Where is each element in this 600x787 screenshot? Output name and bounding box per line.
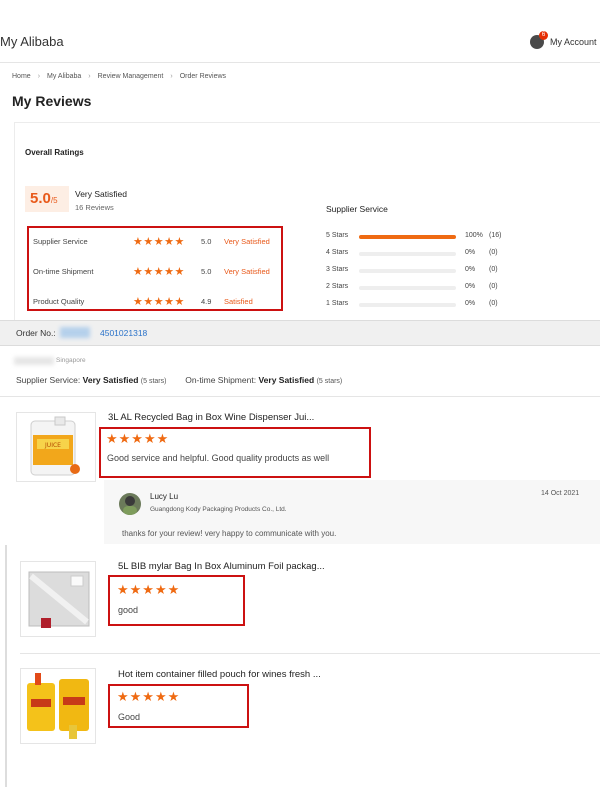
chevron-right-icon: › bbox=[170, 73, 173, 80]
order-supplier-service-label: Supplier Service: bbox=[16, 375, 81, 385]
distribution-bar-fill bbox=[359, 235, 456, 239]
review-text: Good service and helpful. Good quality p… bbox=[107, 453, 330, 463]
reply-name: Lucy Lu bbox=[150, 492, 179, 501]
order-shipment-value: Very Satisfied bbox=[258, 375, 315, 385]
distribution-label: 4 Stars bbox=[326, 249, 349, 256]
distribution-row-4: 4 Stars 0% (0) bbox=[326, 249, 596, 259]
distribution-bar bbox=[359, 303, 456, 307]
distribution-label: 2 Stars bbox=[326, 283, 349, 290]
review-text: Good bbox=[118, 712, 141, 722]
distribution-bar bbox=[359, 252, 456, 256]
score-value: 5.0 bbox=[30, 190, 51, 207]
reply-company: Guangdong Kody Packaging Products Co., L… bbox=[150, 506, 287, 513]
product-title[interactable]: Hot item container filled pouch for wine… bbox=[118, 669, 321, 680]
order-ratings: Supplier Service: Very Satisfied (5 star… bbox=[16, 375, 342, 385]
distribution-row-2: 2 Stars 0% (0) bbox=[326, 283, 596, 293]
product-divider bbox=[20, 653, 600, 654]
distribution-label: 5 Stars bbox=[326, 232, 349, 239]
review-text: good bbox=[118, 605, 139, 615]
breadcrumb: Home › My Alibaba › Review Management › … bbox=[12, 73, 226, 80]
page-edge bbox=[5, 545, 7, 787]
distribution-percent: 0% bbox=[465, 300, 476, 307]
account-label[interactable]: My Account bbox=[550, 37, 597, 47]
reply-date: 14 Oct 2021 bbox=[541, 490, 580, 497]
product-image-foil-bag[interactable] bbox=[20, 561, 96, 637]
chevron-right-icon: › bbox=[88, 73, 91, 80]
distribution-bar bbox=[359, 286, 456, 290]
distribution-percent: 0% bbox=[465, 283, 476, 290]
product-title[interactable]: 5L BIB mylar Bag In Box Aluminum Foil pa… bbox=[118, 561, 325, 572]
product-image-pouch[interactable] bbox=[20, 668, 96, 744]
distribution-row-1: 1 Stars 0% (0) bbox=[326, 300, 596, 310]
reply-avatar bbox=[119, 493, 141, 515]
distribution-percent: 0% bbox=[465, 266, 476, 273]
order-shipment-stars: (5 stars) bbox=[316, 378, 343, 385]
account-menu[interactable]: 6 My Account bbox=[530, 31, 597, 49]
distribution-bar bbox=[359, 235, 456, 239]
distribution-count: (0) bbox=[489, 249, 498, 256]
buyer-country: Singapore bbox=[14, 357, 86, 364]
order-supplier-service-value: Very Satisfied bbox=[82, 375, 139, 385]
order-shipment-label: On-time Shipment: bbox=[185, 375, 257, 385]
overall-score-label: Very Satisfied bbox=[75, 189, 127, 199]
distribution-percent: 100% bbox=[465, 232, 483, 239]
product-image-wine-bag[interactable]: JUICE bbox=[16, 412, 96, 482]
star-icons: ★★★★★ bbox=[106, 431, 170, 446]
distribution-label: 1 Stars bbox=[326, 300, 349, 307]
distribution-count: (0) bbox=[489, 283, 498, 290]
distribution-bar bbox=[359, 269, 456, 273]
order-divider bbox=[0, 396, 600, 397]
distribution-count: (16) bbox=[489, 232, 502, 239]
supplier-service-title: Supplier Service bbox=[326, 204, 388, 214]
chevron-right-icon: › bbox=[37, 73, 41, 80]
notification-badge: 6 bbox=[539, 31, 548, 40]
distribution-row-5: 5 Stars 100% (16) bbox=[326, 232, 596, 242]
svg-text:JUICE: JUICE bbox=[44, 442, 61, 449]
highlight-box-overall bbox=[27, 226, 283, 311]
breadcrumb-my-alibaba[interactable]: My Alibaba bbox=[47, 73, 81, 80]
distribution-row-3: 3 Stars 0% (0) bbox=[326, 266, 596, 276]
header-divider bbox=[0, 62, 600, 63]
breadcrumb-order-reviews: Order Reviews bbox=[179, 73, 227, 80]
order-supplier-service-stars: (5 stars) bbox=[140, 378, 167, 385]
overall-score: 5.0/5 bbox=[25, 186, 69, 212]
product-title[interactable]: 3L AL Recycled Bag in Box Wine Dispenser… bbox=[108, 412, 314, 423]
distribution-count: (0) bbox=[489, 300, 498, 307]
order-number-label: Order No.: bbox=[16, 328, 56, 338]
breadcrumb-review-management[interactable]: Review Management bbox=[98, 73, 164, 80]
order-number-link[interactable]: 4501021318 bbox=[58, 328, 147, 338]
review-count: 16 Reviews bbox=[75, 203, 114, 212]
breadcrumb-home[interactable]: Home bbox=[12, 73, 31, 80]
distribution-label: 3 Stars bbox=[326, 266, 349, 273]
avatar[interactable]: 6 bbox=[530, 31, 548, 49]
star-icons: ★★★★★ bbox=[117, 582, 181, 597]
distribution-percent: 0% bbox=[465, 249, 476, 256]
overall-ratings-title: Overall Ratings bbox=[25, 148, 84, 157]
buyer-country-text: Singapore bbox=[56, 357, 86, 364]
score-suffix: /5 bbox=[50, 196, 58, 205]
order-number-value[interactable]: 4501021318 bbox=[100, 328, 147, 338]
distribution-count: (0) bbox=[489, 266, 498, 273]
site-title[interactable]: My Alibaba bbox=[0, 34, 64, 49]
reply-text: thanks for your review! very happy to co… bbox=[122, 529, 337, 538]
page-title: My Reviews bbox=[12, 93, 92, 109]
star-icons: ★★★★★ bbox=[117, 689, 181, 704]
